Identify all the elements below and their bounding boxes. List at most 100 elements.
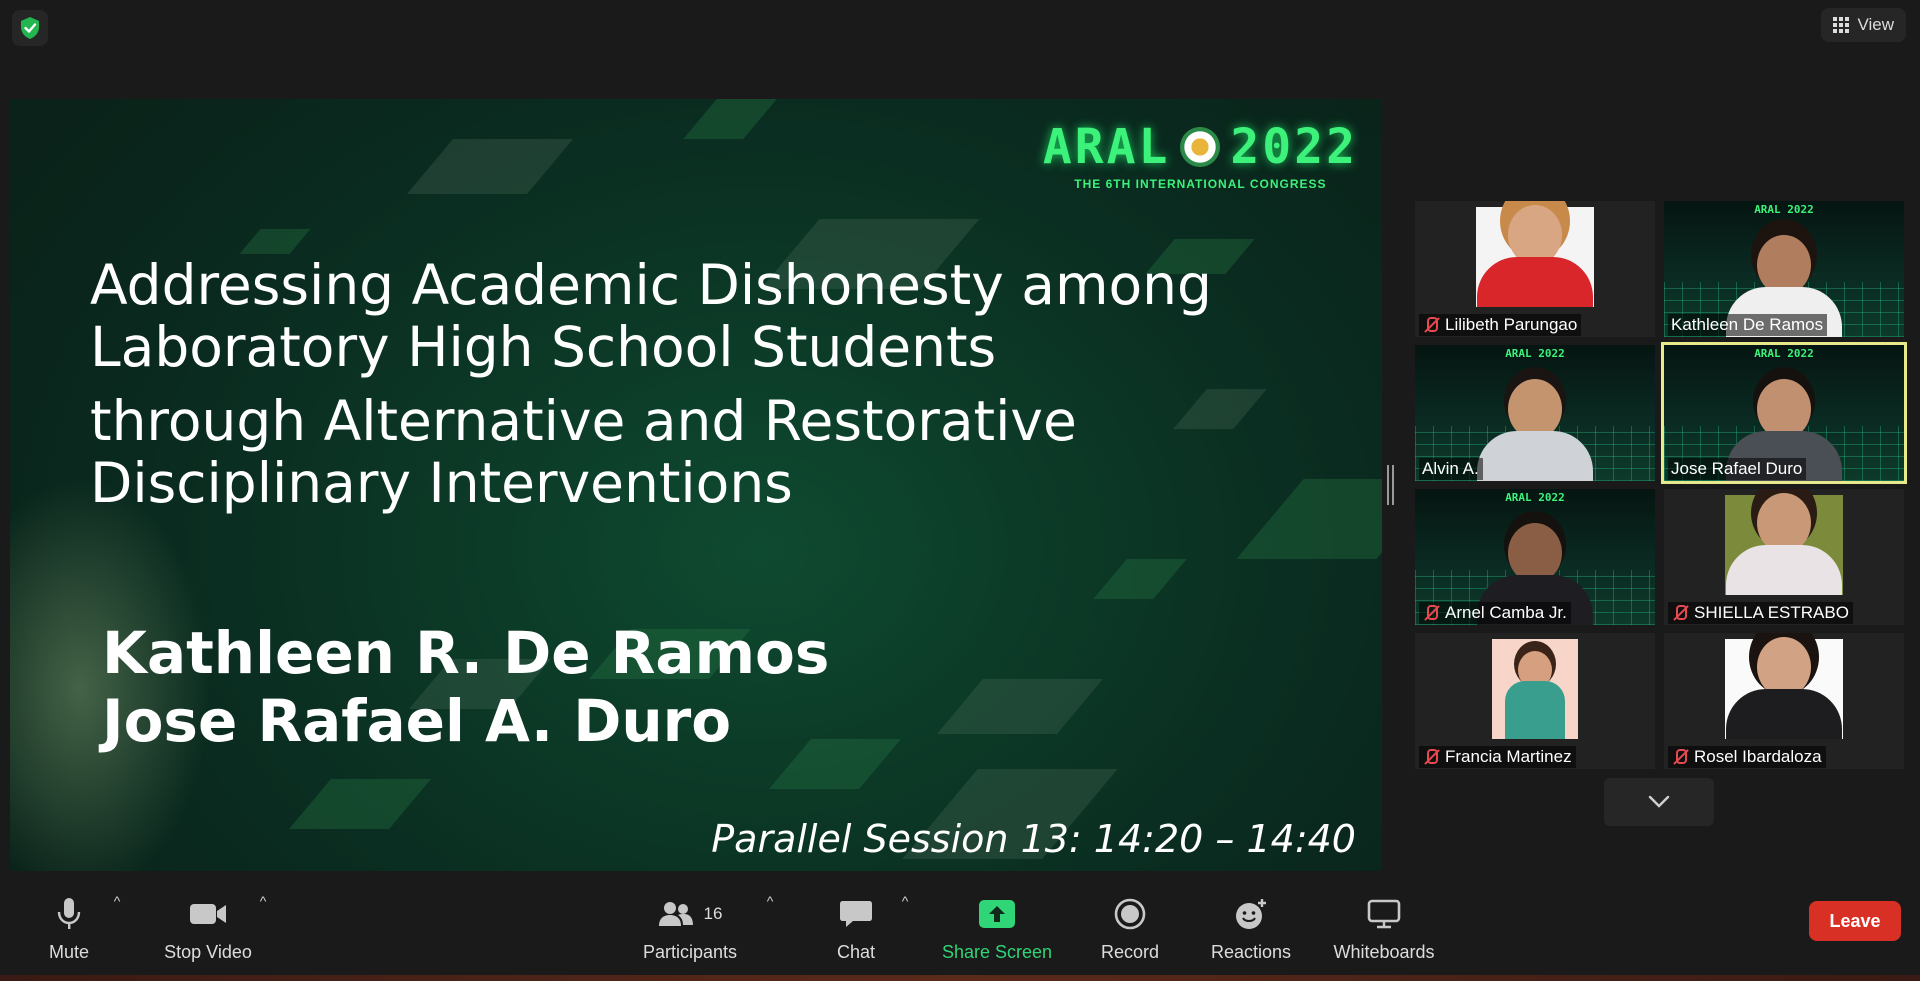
logo-subtitle: THE 6TH INTERNATIONAL CONGRESS (1074, 177, 1327, 191)
video-tile[interactable]: Francia Martinez (1415, 633, 1655, 769)
mute-button[interactable]: Mute (38, 871, 100, 981)
record-label: Record (1100, 942, 1160, 962)
whiteboards-button[interactable]: Whiteboards (1327, 871, 1441, 981)
record-button[interactable]: Record (1095, 871, 1165, 981)
leave-button[interactable]: Leave (1809, 901, 1901, 941)
chat-bubble-icon (840, 901, 872, 927)
participant-name: SHIELLA ESTRABO (1694, 603, 1849, 622)
video-tile[interactable]: ARAL 2022 Arnel Camba Jr. (1415, 489, 1655, 625)
chat-options-caret[interactable]: ^ (897, 893, 913, 909)
participant-name: Jose Rafael Duro (1671, 459, 1803, 478)
slide-decoration (936, 679, 1104, 734)
participant-video (1477, 379, 1593, 481)
taskbar-edge (0, 975, 1920, 981)
participant-name: Kathleen De Ramos (1671, 315, 1824, 334)
participant-photo (1725, 637, 1843, 739)
logo-text-right: 2022 (1230, 119, 1358, 175)
participant-label: Francia Martinez (1419, 746, 1576, 768)
mic-muted-icon (1422, 316, 1440, 334)
video-tile[interactable]: ARAL 2022 Alvin A. (1415, 345, 1655, 481)
share-screen-arrow-icon (979, 900, 1015, 928)
shared-screen: ARAL 2022 THE 6TH INTERNATIONAL CONGRESS… (10, 99, 1382, 871)
mini-logo: ARAL 2022 (1505, 347, 1565, 360)
video-options-caret[interactable]: ^ (255, 893, 271, 909)
aral-logo: ARAL 2022 THE 6TH INTERNATIONAL CONGRESS (1043, 119, 1358, 191)
stop-video-button[interactable]: Stop Video (158, 871, 258, 981)
video-tile[interactable]: Rosel Ibardaloza (1664, 633, 1904, 769)
stop-video-label: Stop Video (164, 942, 252, 962)
microphone-icon (57, 898, 81, 929)
title-line: Laboratory High School Students (90, 315, 997, 379)
record-icon (1114, 898, 1146, 930)
title-line: Addressing Academic Dishonesty among (90, 253, 1212, 317)
slide-decoration (289, 779, 431, 829)
slide-decoration (239, 229, 311, 254)
mini-logo: ARAL 2022 (1754, 203, 1814, 216)
title-line: Disciplinary Interventions (90, 451, 793, 515)
participant-photo (1476, 205, 1594, 307)
participants-count: 16 (703, 904, 723, 923)
participant-name: Arnel Camba Jr. (1445, 603, 1567, 622)
reactions-button[interactable]: Reactions (1205, 871, 1297, 981)
author-name: Kathleen R. De Ramos (102, 619, 830, 687)
author-name: Jose Rafael A. Duro (102, 687, 732, 755)
video-tile[interactable]: SHIELLA ESTRABO (1664, 489, 1904, 625)
participant-name: Alvin A. (1422, 459, 1479, 478)
chat-button[interactable]: Chat (826, 871, 886, 981)
participant-name: Lilibeth Parungao (1445, 315, 1578, 334)
security-badge[interactable] (12, 10, 48, 46)
mini-logo: ARAL 2022 (1754, 347, 1814, 360)
video-tile-active-speaker[interactable]: ARAL 2022 Jose Rafael Duro (1661, 342, 1907, 484)
video-tile[interactable]: ARAL 2022 Kathleen De Ramos (1664, 201, 1904, 337)
participant-label: Kathleen De Ramos (1668, 314, 1828, 336)
slide-decoration (406, 139, 574, 194)
participants-label: Participants (642, 942, 738, 962)
shield-check-icon (21, 17, 39, 39)
slide-decoration (1236, 479, 1382, 559)
mic-muted-icon (1671, 748, 1689, 766)
participant-photo (1492, 639, 1578, 739)
mic-muted-icon (1422, 604, 1440, 622)
view-button[interactable]: View (1821, 8, 1906, 42)
chevron-down-icon (1648, 795, 1670, 808)
emoji-plus-icon (1236, 899, 1266, 929)
chat-label: Chat (836, 942, 876, 962)
slide-decoration (683, 99, 777, 139)
view-label: View (1857, 15, 1894, 34)
participant-label: Rosel Ibardaloza (1668, 746, 1826, 768)
participant-label: Alvin A. (1419, 458, 1483, 480)
participant-label: SHIELLA ESTRABO (1668, 602, 1853, 624)
mini-logo: ARAL 2022 (1505, 491, 1565, 504)
authors: Kathleen R. De Ramos Jose Rafael A. Duro (102, 619, 829, 755)
share-screen-label: Share Screen (941, 942, 1053, 962)
resize-handle[interactable] (1387, 465, 1395, 505)
participants-icon (658, 902, 693, 926)
participants-options-caret[interactable]: ^ (762, 893, 778, 909)
participant-label: Lilibeth Parungao (1419, 314, 1582, 336)
participant-photo (1725, 493, 1843, 595)
slide-decoration (1093, 559, 1187, 599)
video-tile[interactable]: Lilibeth Parungao (1415, 201, 1655, 337)
mic-muted-icon (1671, 604, 1689, 622)
gallery-scroll-down-button[interactable] (1604, 778, 1714, 826)
mic-muted-icon (1422, 748, 1440, 766)
title-line: through Alternative and Restorative (90, 389, 1077, 453)
meeting-toolbar: Mute ^ Stop Video ^ 16 Participants ^ Ch… (0, 871, 1920, 981)
audio-options-caret[interactable]: ^ (109, 893, 125, 909)
participants-button[interactable]: 16 Participants (640, 871, 740, 981)
presentation-title: Addressing Academic Dishonesty among Lab… (90, 254, 1212, 514)
mute-label: Mute (48, 942, 90, 962)
participant-label: Arnel Camba Jr. (1419, 602, 1571, 624)
session-time: Parallel Session 13: 14:20 – 14:40 (711, 817, 1356, 861)
video-camera-icon (190, 904, 226, 924)
share-screen-button[interactable]: Share Screen (935, 871, 1059, 981)
logo-text-left: ARAL (1042, 119, 1171, 175)
grid-icon (1833, 17, 1850, 33)
seal-icon (1180, 127, 1221, 167)
participant-label: Jose Rafael Duro (1668, 458, 1807, 480)
participant-name: Francia Martinez (1445, 747, 1572, 766)
whiteboard-icon (1367, 899, 1401, 929)
participant-name: Rosel Ibardaloza (1694, 747, 1822, 766)
reactions-label: Reactions (1210, 942, 1292, 962)
whiteboards-label: Whiteboards (1333, 942, 1435, 962)
